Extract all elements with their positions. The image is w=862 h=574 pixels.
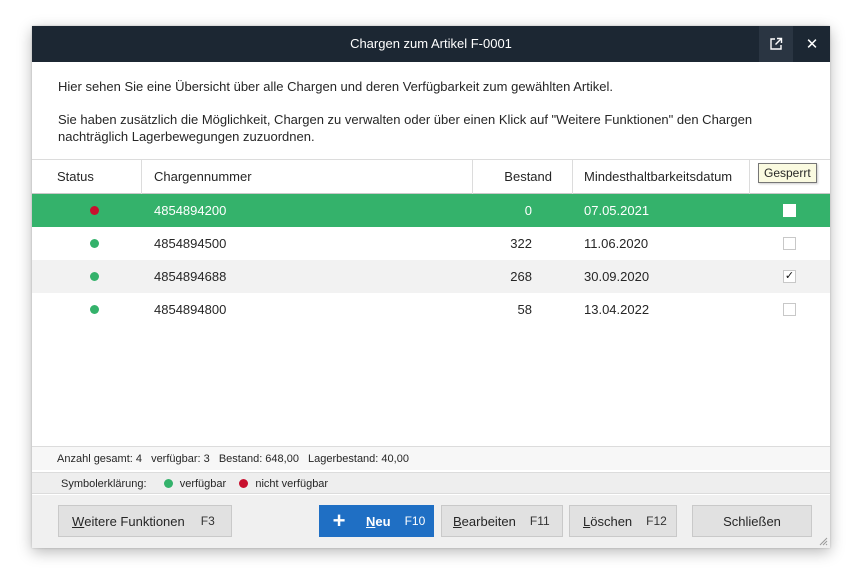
bearbeiten-shortcut: F11 (529, 514, 550, 528)
gesperrt-tooltip: Gesperrt (758, 163, 817, 183)
charges-dialog: Chargen zum Artikel F-0001 ✕ Hier sehen … (32, 26, 830, 548)
table-row[interactable]: 4854894800 58 13.04.2022 (32, 293, 830, 326)
window-title: Chargen zum Artikel F-0001 (350, 36, 512, 51)
mhd-cell: 13.04.2022 (584, 302, 650, 317)
bearbeiten-label: earbeiten (461, 513, 516, 529)
table-row[interactable]: 4854894500 322 11.06.2020 (32, 227, 830, 260)
legend-bar: Symbolerklärung: verfügbar nicht verfügb… (32, 472, 830, 494)
chargennummer-cell: 4854894688 (154, 269, 227, 284)
intro-line-1: Hier sehen Sie eine Übersicht über alle … (58, 79, 613, 94)
button-bar: Weitere Funktionen F3 + Neu F10 Bearbeit… (32, 495, 830, 548)
schliessen-label: Schließen (723, 513, 781, 529)
gesperrt-checkbox[interactable]: ✓ (783, 270, 796, 283)
status-dot-icon (90, 206, 99, 215)
weitere-label: eitere Funktionen (84, 513, 185, 529)
column-header-bestand[interactable]: Bestand (473, 160, 573, 194)
legend-available-label: verfügbar (179, 478, 227, 490)
table-row[interactable]: 4854894200 0 07.05.2021 (32, 194, 830, 227)
gesperrt-checkbox[interactable] (783, 303, 796, 316)
weitere-funktionen-button[interactable]: Weitere Funktionen F3 (58, 505, 232, 537)
loeschen-shortcut: F12 (646, 514, 667, 528)
status-dot-icon (90, 239, 99, 248)
available-dot-icon (163, 479, 173, 488)
status-cell (32, 227, 142, 260)
chargennummer-cell: 4854894500 (154, 236, 227, 251)
mhd-cell: 11.06.2020 (584, 236, 649, 251)
chargennummer-cell: 4854894200 (154, 203, 227, 218)
table-header: Status Chargennummer Bestand Mindesthalt… (32, 159, 830, 194)
bearbeiten-mnemonic: B (453, 513, 462, 529)
status-dot-icon (90, 272, 99, 281)
resize-grip-icon[interactable] (818, 536, 828, 546)
weitere-shortcut: F3 (200, 514, 215, 528)
summary-lagerbestand: Lagerbestand: 40,00 (308, 453, 409, 465)
external-link-icon (770, 37, 783, 50)
charges-table: Status Chargennummer Bestand Mindesthalt… (32, 159, 830, 446)
loeschen-label: öschen (590, 513, 633, 529)
summary-bar: Anzahl gesamt: 4 verfügbar: 3 Bestand: 6… (32, 446, 830, 470)
summary-anzahl: Anzahl gesamt: 4 (57, 453, 142, 465)
bestand-cell: 268 (510, 269, 532, 284)
chargennummer-cell: 4854894800 (154, 302, 227, 317)
column-header-chargennummer[interactable]: Chargennummer (142, 160, 473, 194)
gesperrt-checkbox[interactable] (783, 237, 796, 250)
close-icon: ✕ (805, 36, 819, 53)
status-cell (32, 194, 142, 227)
column-header-status[interactable]: Status (32, 160, 142, 194)
unavailable-dot-icon (239, 479, 249, 488)
status-dot-icon (90, 305, 99, 314)
legend-title: Symbolerklärung: (61, 478, 147, 490)
mhd-cell: 07.05.2021 (584, 203, 650, 218)
title-bar: Chargen zum Artikel F-0001 ✕ (32, 26, 830, 62)
close-button[interactable]: ✕ (795, 26, 829, 62)
mhd-cell: 30.09.2020 (584, 269, 650, 284)
intro-text: Hier sehen Sie eine Übersicht über alle … (58, 78, 798, 145)
summary-bestand: Bestand: 648,00 (218, 453, 299, 465)
bestand-cell: 0 (524, 203, 532, 218)
summary-verfuegbar: verfügbar: 3 (151, 453, 210, 465)
status-cell (32, 293, 142, 326)
weitere-mnemonic: W (72, 513, 85, 529)
neu-mnemonic: N (366, 513, 376, 529)
bestand-cell: 322 (510, 236, 532, 251)
neu-label: eu (375, 513, 391, 529)
column-header-mhd[interactable]: Mindesthaltbarkeitsdatum (573, 160, 750, 194)
schliessen-button[interactable]: Schließen (692, 505, 812, 537)
loeschen-button[interactable]: Löschen F12 (569, 505, 677, 537)
bestand-cell: 58 (517, 302, 532, 317)
gesperrt-checkbox[interactable] (783, 204, 796, 217)
intro-line-2: Sie haben zusätzlich die Möglichkeit, Ch… (58, 112, 753, 144)
status-cell (32, 260, 142, 293)
legend-unavailable-label: nicht verfügbar (255, 478, 329, 490)
neu-button[interactable]: + Neu F10 (319, 505, 434, 537)
table-row[interactable]: 4854894688 268 30.09.2020 ✓ (32, 260, 830, 293)
bearbeiten-button[interactable]: Bearbeiten F11 (441, 505, 563, 537)
neu-shortcut: F10 (404, 514, 426, 528)
popout-button[interactable] (759, 26, 793, 62)
loeschen-mnemonic: L (583, 513, 591, 529)
plus-icon: + (332, 508, 346, 533)
